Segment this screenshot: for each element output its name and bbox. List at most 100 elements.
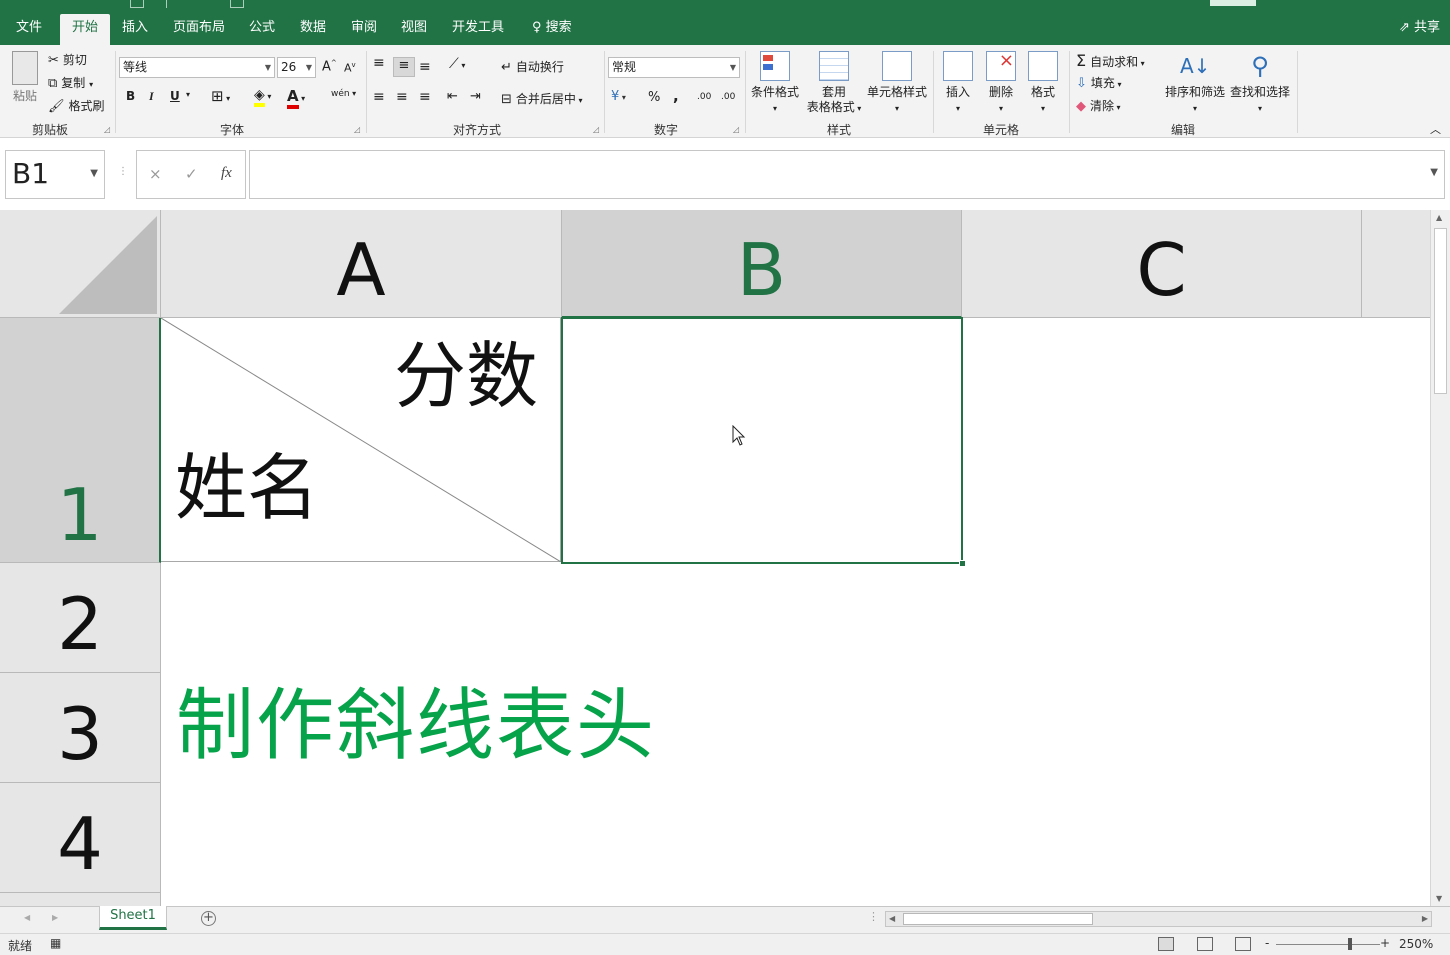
- cut-button[interactable]: ✂ 剪切: [48, 51, 87, 68]
- format-painter-button[interactable]: 🖌 格式刷: [48, 97, 105, 114]
- horizontal-scroll-thumb[interactable]: [903, 913, 1093, 925]
- align-top-icon[interactable]: ≡: [373, 55, 385, 71]
- column-header-b[interactable]: B: [562, 210, 962, 318]
- copy-button[interactable]: ⧉ 复制 ▾: [48, 74, 93, 91]
- undo-icon[interactable]: [166, 0, 180, 8]
- grow-font-button[interactable]: A^: [322, 59, 337, 74]
- resize-handle-icon[interactable]: ⋮: [118, 166, 128, 177]
- vertical-scroll-thumb[interactable]: [1434, 228, 1447, 394]
- number-launcher-icon[interactable]: ◿: [733, 125, 739, 134]
- tell-me-search[interactable]: ♀ 搜索: [520, 14, 584, 45]
- font-color-icon[interactable]: A ▾: [287, 87, 305, 109]
- zoom-level[interactable]: 250%: [1399, 937, 1433, 951]
- alignment-launcher-icon[interactable]: ◿: [593, 125, 599, 134]
- tab-file[interactable]: 文件: [4, 14, 54, 45]
- add-sheet-icon[interactable]: +: [201, 911, 216, 926]
- currency-icon[interactable]: ¥ ▾: [611, 89, 626, 104]
- font-size-combo[interactable]: 26 ▼: [277, 57, 316, 78]
- scroll-down-icon[interactable]: ▼: [1436, 894, 1442, 903]
- formula-input[interactable]: ▼: [249, 150, 1445, 199]
- autosum-button[interactable]: Σ 自动求和 ▾: [1076, 51, 1145, 70]
- selected-cell-b1[interactable]: [561, 317, 966, 567]
- zoom-slider-thumb[interactable]: [1348, 938, 1352, 950]
- borders-icon[interactable]: ⊞ ▾: [211, 87, 230, 105]
- row-header-3[interactable]: 3: [0, 673, 161, 783]
- tab-data[interactable]: 数据: [288, 14, 338, 45]
- cell-a1[interactable]: 分数 姓名: [161, 318, 561, 562]
- vertical-scrollbar[interactable]: ▲ ▼: [1430, 210, 1450, 906]
- scroll-left-icon[interactable]: ◀: [889, 914, 895, 923]
- increase-decimal-button[interactable]: .00: [697, 92, 711, 102]
- zoom-slider[interactable]: [1276, 944, 1380, 945]
- format-as-table-button[interactable]: 套用 表格格式 ▾: [803, 51, 865, 116]
- insert-cells-button[interactable]: 插入 ▾: [939, 51, 977, 116]
- underline-button[interactable]: U: [170, 89, 180, 103]
- format-cells-button[interactable]: 格式 ▾: [1024, 51, 1062, 116]
- tab-split-handle[interactable]: ⋮: [868, 910, 879, 923]
- select-all-button[interactable]: [0, 210, 161, 318]
- underline-dropdown-icon[interactable]: ▾: [186, 90, 190, 99]
- name-box[interactable]: B1 ▼: [5, 150, 105, 199]
- tab-home[interactable]: 开始: [60, 14, 111, 45]
- merge-center-button[interactable]: ⊟ 合并后居中 ▾: [501, 90, 582, 107]
- conditional-formatting-button[interactable]: 条件格式 ▾: [748, 51, 802, 116]
- align-middle-icon[interactable]: ≡: [393, 57, 415, 77]
- tab-developer[interactable]: 开发工具: [440, 14, 516, 45]
- font-launcher-icon[interactable]: ◿: [354, 125, 360, 134]
- collapse-ribbon-icon[interactable]: ︿: [1430, 121, 1441, 137]
- sheet-tab[interactable]: Sheet1: [99, 906, 167, 930]
- decrease-indent-icon[interactable]: ⇤: [447, 89, 458, 104]
- share-button[interactable]: ⇗ 共享: [1399, 14, 1440, 42]
- page-layout-view-icon[interactable]: [1197, 937, 1213, 951]
- paste-button[interactable]: 粘贴: [6, 51, 44, 104]
- align-right-icon[interactable]: ≡: [419, 89, 431, 105]
- sort-filter-button[interactable]: A↓ 排序和筛选 ▾: [1163, 51, 1227, 116]
- align-left-icon[interactable]: ≡: [373, 89, 385, 105]
- next-sheet-icon[interactable]: ▶: [52, 913, 58, 922]
- bold-button[interactable]: B: [126, 89, 135, 103]
- row-header-4[interactable]: 4: [0, 783, 161, 893]
- number-format-combo[interactable]: 常规 ▼: [608, 57, 740, 78]
- tab-formulas[interactable]: 公式: [237, 14, 287, 45]
- clear-button[interactable]: ◆ 清除 ▾: [1076, 97, 1121, 114]
- find-select-button[interactable]: ⚲ 查找和选择 ▾: [1228, 51, 1292, 116]
- increase-indent-icon[interactable]: ⇥: [470, 89, 481, 104]
- italic-button[interactable]: I: [149, 89, 154, 104]
- decrease-decimal-button[interactable]: .00: [721, 92, 735, 102]
- row-header-5[interactable]: [0, 893, 161, 906]
- page-break-view-icon[interactable]: [1235, 937, 1251, 951]
- print-preview-icon[interactable]: [230, 0, 244, 8]
- macro-record-icon[interactable]: ▦: [50, 936, 61, 950]
- cancel-icon[interactable]: ×: [149, 165, 162, 183]
- scroll-up-icon[interactable]: ▲: [1436, 213, 1442, 222]
- percent-button[interactable]: %: [648, 90, 660, 105]
- delete-cells-button[interactable]: × 删除 ▾: [982, 51, 1020, 116]
- zoom-out-button[interactable]: -: [1265, 936, 1269, 950]
- zoom-in-button[interactable]: +: [1380, 936, 1390, 950]
- normal-view-icon[interactable]: [1158, 937, 1174, 951]
- expand-formula-bar-icon[interactable]: ▼: [1430, 167, 1438, 178]
- row-header-2[interactable]: 2: [0, 563, 161, 673]
- fill-button[interactable]: ⇩ 填充 ▾: [1076, 74, 1121, 91]
- comma-button[interactable]: ,: [673, 87, 679, 105]
- tab-view[interactable]: 视图: [389, 14, 439, 45]
- fill-color-icon[interactable]: ◈ ▾: [254, 87, 271, 107]
- orientation-icon[interactable]: ⟋ ▾: [449, 56, 465, 72]
- row-header-1[interactable]: 1: [0, 318, 161, 563]
- scroll-right-icon[interactable]: ▶: [1422, 914, 1428, 923]
- clipboard-launcher-icon[interactable]: ◿: [104, 125, 110, 134]
- tab-review[interactable]: 审阅: [339, 14, 389, 45]
- column-header-a[interactable]: A: [161, 210, 562, 318]
- save-icon[interactable]: [130, 0, 144, 8]
- enter-icon[interactable]: ✓: [185, 165, 198, 183]
- tab-insert[interactable]: 插入: [110, 14, 160, 45]
- wrap-text-button[interactable]: ↵ 自动换行: [501, 58, 564, 75]
- prev-sheet-icon[interactable]: ◀: [24, 913, 30, 922]
- align-center-icon[interactable]: ≡: [396, 89, 408, 105]
- shrink-font-button[interactable]: Av: [344, 61, 356, 75]
- column-header-c[interactable]: C: [962, 210, 1362, 318]
- insert-function-icon[interactable]: fx: [221, 165, 232, 182]
- fill-handle[interactable]: [959, 560, 966, 567]
- account-button[interactable]: [1210, 0, 1256, 6]
- horizontal-scrollbar[interactable]: ◀ ▶: [885, 911, 1432, 927]
